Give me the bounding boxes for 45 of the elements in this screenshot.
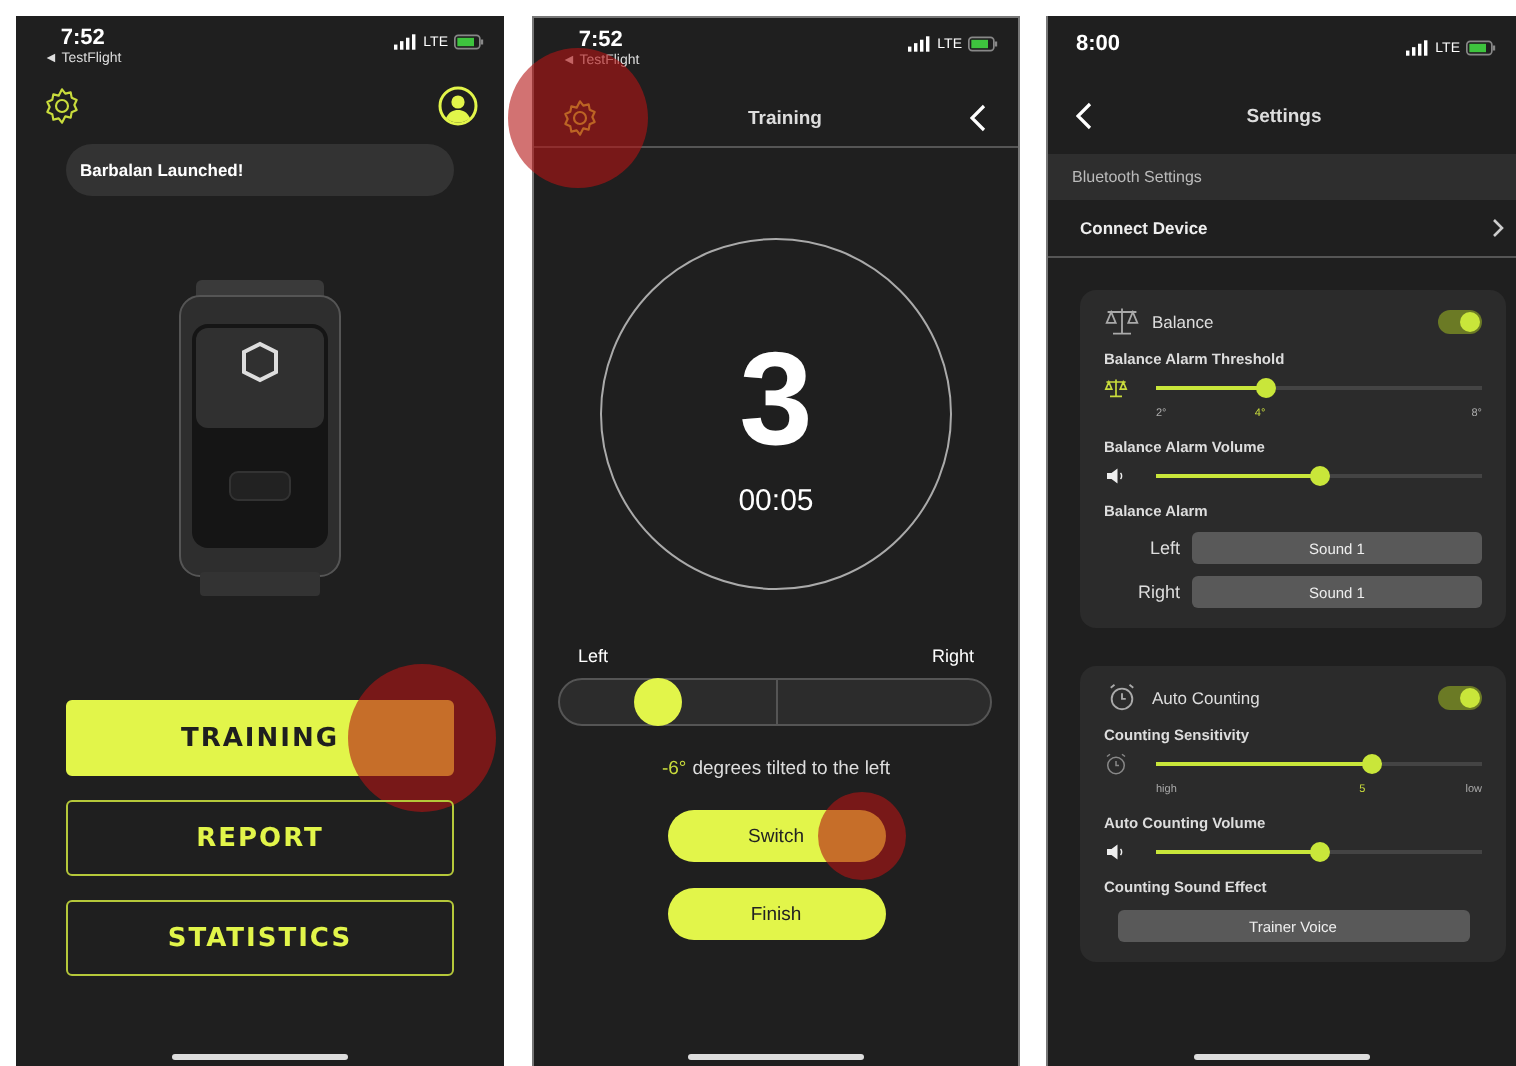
toast-message: Barbalan Launched! — [66, 144, 454, 196]
menu-button[interactable]: TRAINING — [66, 700, 454, 776]
battery-icon — [1466, 40, 1496, 56]
speaker-icon — [1104, 464, 1128, 488]
card-title: Auto Counting — [1152, 687, 1262, 707]
alarm-clock-icon — [1104, 752, 1128, 776]
chevron-right-icon — [1492, 218, 1504, 238]
screen-title: Training — [748, 107, 822, 129]
signal-icon — [907, 36, 932, 52]
toggle-switch[interactable] — [1438, 309, 1482, 333]
menu-button[interactable]: STATISTICS — [66, 900, 454, 976]
speaker-icon — [1104, 840, 1128, 864]
slider-thumb[interactable] — [1309, 842, 1329, 862]
tilt-value: -6° — [661, 758, 687, 780]
right-label: Right — [931, 646, 974, 666]
toggle-switch[interactable] — [1438, 685, 1482, 709]
settings-icon[interactable] — [42, 86, 82, 126]
timer-text: 00:05 — [738, 483, 814, 517]
action-button[interactable]: Finish — [667, 888, 885, 940]
left-label: Left — [578, 646, 609, 666]
option-label: Right — [1135, 582, 1180, 602]
card-title: Balance — [1152, 311, 1216, 331]
slider-thumb[interactable] — [1309, 466, 1329, 486]
tilt-message: degrees tilted to the left — [692, 758, 890, 780]
battery-icon — [454, 34, 484, 50]
battery-icon — [968, 36, 998, 52]
back-icon[interactable] — [969, 104, 986, 132]
screen-title: Settings — [1246, 105, 1322, 127]
status-time: 7:52 — [578, 28, 623, 52]
action-button[interactable]: Switch — [667, 810, 885, 862]
scale-icon — [1104, 376, 1128, 400]
section-header: Bluetooth Settings — [1048, 154, 1516, 200]
status-time: 8:00 — [1076, 32, 1121, 56]
profile-icon[interactable] — [438, 86, 478, 126]
signal-icon — [1405, 40, 1430, 56]
slider-thumb[interactable] — [1361, 754, 1382, 774]
scale-icon — [1104, 306, 1140, 336]
slider-thumb[interactable] — [1256, 378, 1277, 398]
menu-button[interactable]: REPORT — [66, 800, 454, 876]
countdown-number: 3 — [739, 331, 813, 463]
signal-icon — [393, 34, 418, 50]
back-icon[interactable] — [1076, 102, 1092, 130]
status-time: 7:52 — [60, 26, 105, 50]
connect-device-row[interactable]: Connect Device — [1048, 200, 1516, 258]
option-label: Left — [1147, 538, 1180, 558]
